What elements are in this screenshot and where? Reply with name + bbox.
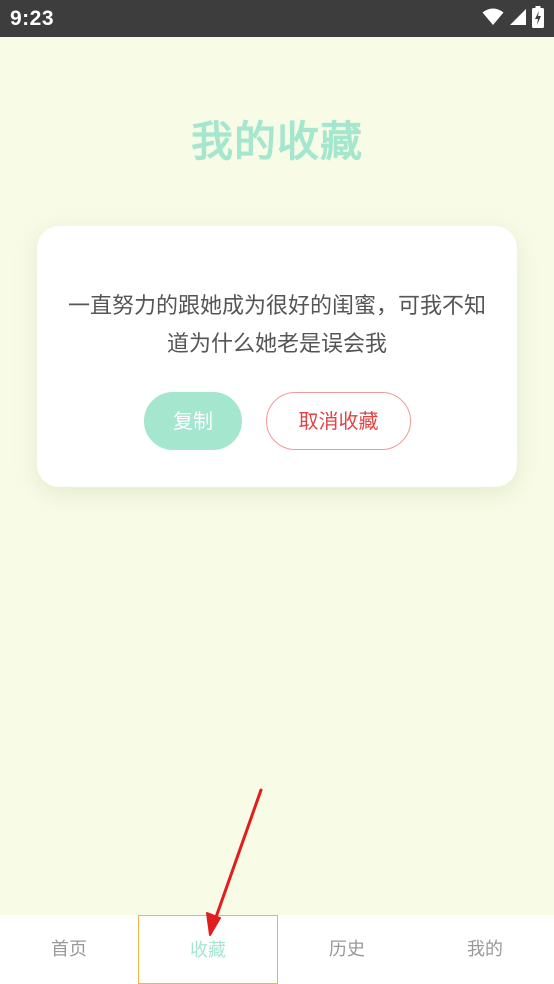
favorite-quote-text: 一直努力的跟她成为很好的闺蜜，可我不知道为什么她老是误会我	[67, 294, 486, 357]
tab-home[interactable]: 首页	[0, 915, 138, 984]
tab-favorites[interactable]: 收藏	[138, 915, 278, 984]
wifi-icon	[482, 8, 504, 30]
tab-history[interactable]: 历史	[278, 915, 416, 984]
favorite-card: 一直努力的跟她成为很好的闺蜜，可我不知道为什么她老是误会我 复制 取消收藏	[37, 226, 517, 487]
tab-mine[interactable]: 我的	[416, 915, 554, 984]
battery-charging-icon	[532, 6, 544, 32]
status-time: 9:23	[10, 7, 55, 30]
uncollect-button[interactable]: 取消收藏	[266, 392, 411, 450]
status-icons	[482, 6, 544, 32]
bottom-tab-bar: 首页 收藏 历史 我的	[0, 915, 554, 984]
status-bar: 9:23	[0, 0, 554, 37]
page-title: 我的收藏	[190, 117, 363, 166]
signal-icon	[509, 8, 527, 30]
copy-button[interactable]: 复制	[144, 392, 242, 450]
